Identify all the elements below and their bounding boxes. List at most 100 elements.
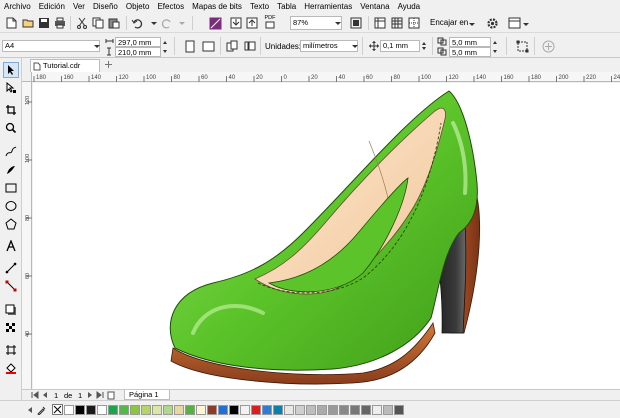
show-grid-icon[interactable] bbox=[389, 15, 405, 31]
page-tab[interactable]: Página 1 bbox=[124, 390, 170, 400]
color-swatch[interactable] bbox=[350, 405, 360, 415]
polygon-tool-icon[interactable] bbox=[3, 216, 19, 232]
color-swatch[interactable] bbox=[130, 405, 140, 415]
color-swatch[interactable] bbox=[97, 405, 107, 415]
horizontal-ruler[interactable]: 180 160 140 120 100 80 60 40 20 0 20 40 60 80 100 120 14… bbox=[30, 72, 620, 82]
add-preset-icon[interactable] bbox=[540, 38, 556, 54]
vertical-ruler[interactable]: 120 100 80 60 40 bbox=[22, 72, 32, 390]
ellipse-tool-icon[interactable] bbox=[3, 198, 19, 214]
color-swatch[interactable] bbox=[240, 405, 250, 415]
drop-shadow-icon[interactable] bbox=[3, 302, 19, 318]
open-icon[interactable] bbox=[20, 15, 36, 31]
snap-to-label[interactable]: Encajar en bbox=[430, 18, 468, 27]
show-rulers-icon[interactable] bbox=[372, 15, 388, 31]
publish-pdf-icon[interactable]: PDF bbox=[262, 14, 278, 30]
menu-item-7[interactable]: Texto bbox=[246, 2, 273, 11]
connector-tool-icon[interactable] bbox=[3, 278, 19, 294]
color-swatch[interactable] bbox=[75, 405, 85, 415]
duplicate-y-field[interactable]: 5,0 mm bbox=[449, 47, 491, 57]
color-swatch[interactable] bbox=[163, 405, 173, 415]
menu-item-2[interactable]: Ver bbox=[69, 2, 89, 11]
options-gear-icon[interactable] bbox=[484, 15, 500, 31]
application-launcher-icon[interactable] bbox=[506, 15, 522, 31]
shape-tool-icon[interactable] bbox=[3, 80, 19, 96]
page-height-field[interactable]: 210,0 mm bbox=[115, 47, 161, 57]
nudge-distance-field[interactable]: 0,1 mm bbox=[380, 40, 420, 52]
crop-tool-icon[interactable] bbox=[3, 102, 19, 118]
rectangle-tool-icon[interactable] bbox=[3, 180, 19, 196]
color-swatch[interactable] bbox=[108, 405, 118, 415]
color-swatch[interactable] bbox=[64, 405, 74, 415]
all-pages-icon[interactable] bbox=[224, 38, 240, 54]
color-swatch[interactable] bbox=[394, 405, 404, 415]
previous-page-icon[interactable] bbox=[40, 390, 49, 400]
color-swatch[interactable] bbox=[174, 405, 184, 415]
page-frame-icon[interactable] bbox=[514, 38, 530, 54]
nudge-spinner[interactable] bbox=[420, 40, 428, 52]
ruler-origin[interactable] bbox=[22, 72, 32, 82]
menu-item-10[interactable]: Ventana bbox=[356, 2, 393, 11]
print-icon[interactable] bbox=[52, 15, 68, 31]
color-swatch[interactable] bbox=[339, 405, 349, 415]
portrait-icon[interactable] bbox=[182, 38, 198, 54]
color-swatch[interactable] bbox=[284, 405, 294, 415]
search-content-icon[interactable] bbox=[207, 15, 223, 31]
menu-item-8[interactable]: Tabla bbox=[273, 2, 300, 11]
landscape-icon[interactable] bbox=[200, 38, 216, 54]
current-page-icon[interactable] bbox=[242, 38, 258, 54]
first-page-icon[interactable] bbox=[30, 390, 39, 400]
color-swatch[interactable] bbox=[295, 405, 305, 415]
redo-icon[interactable] bbox=[158, 15, 174, 31]
zoom-dropdown-icon[interactable] bbox=[333, 16, 343, 30]
color-swatch[interactable] bbox=[207, 405, 217, 415]
freehand-tool-icon[interactable] bbox=[3, 144, 19, 160]
menu-item-0[interactable]: Archivo bbox=[0, 2, 35, 11]
parallel-dimension-icon[interactable] bbox=[3, 260, 19, 276]
color-swatch[interactable] bbox=[372, 405, 382, 415]
color-swatch[interactable] bbox=[328, 405, 338, 415]
color-swatch[interactable] bbox=[361, 405, 371, 415]
color-swatch[interactable] bbox=[251, 405, 261, 415]
color-swatch[interactable] bbox=[262, 405, 272, 415]
page-size-select[interactable]: A4 bbox=[2, 40, 100, 52]
drawing-canvas[interactable] bbox=[33, 83, 620, 389]
add-page-icon[interactable] bbox=[106, 390, 116, 400]
menu-item-3[interactable]: Diseño bbox=[89, 2, 122, 11]
zoom-tool-icon[interactable] bbox=[3, 120, 19, 136]
transparency-tool-icon[interactable] bbox=[3, 320, 19, 336]
cut-icon[interactable] bbox=[74, 15, 90, 31]
menu-item-6[interactable]: Mapas de bits bbox=[188, 2, 246, 11]
new-tab-icon[interactable] bbox=[102, 58, 114, 71]
export-icon[interactable] bbox=[244, 15, 260, 31]
document-tab[interactable]: Tutorial.cdr bbox=[30, 59, 100, 72]
high-heel-shoe-illustration[interactable] bbox=[33, 83, 620, 389]
no-fill-swatch[interactable] bbox=[52, 404, 63, 415]
pick-tool-icon[interactable] bbox=[3, 62, 19, 78]
page-width-field[interactable]: 297,0 mm bbox=[115, 37, 161, 47]
paste-icon[interactable] bbox=[106, 15, 122, 31]
new-document-icon[interactable] bbox=[3, 15, 19, 31]
last-page-icon[interactable] bbox=[95, 390, 104, 400]
launcher-dropdown-icon[interactable] bbox=[521, 16, 531, 32]
units-dropdown-icon[interactable] bbox=[350, 38, 360, 54]
undo-icon[interactable] bbox=[130, 15, 146, 31]
artistic-media-icon[interactable] bbox=[3, 162, 19, 178]
duplicate-x-field[interactable]: 5,0 mm bbox=[449, 37, 491, 47]
size-spinner[interactable] bbox=[161, 37, 169, 57]
next-page-icon[interactable] bbox=[85, 390, 94, 400]
color-swatch[interactable] bbox=[306, 405, 316, 415]
color-swatch[interactable] bbox=[218, 405, 228, 415]
menu-item-1[interactable]: Edición bbox=[35, 2, 69, 11]
eyedropper-tool-icon[interactable] bbox=[3, 342, 19, 358]
color-swatch[interactable] bbox=[196, 405, 206, 415]
color-swatch[interactable] bbox=[185, 405, 195, 415]
color-swatch[interactable] bbox=[273, 405, 283, 415]
page-size-dropdown-icon[interactable] bbox=[92, 38, 102, 54]
full-screen-icon[interactable] bbox=[348, 15, 364, 31]
palette-scroll-left-icon[interactable] bbox=[24, 403, 36, 417]
copy-icon[interactable] bbox=[90, 15, 106, 31]
color-swatch[interactable] bbox=[86, 405, 96, 415]
color-swatch[interactable] bbox=[317, 405, 327, 415]
color-swatch[interactable] bbox=[229, 405, 239, 415]
redo-dropdown-icon[interactable] bbox=[174, 15, 190, 31]
